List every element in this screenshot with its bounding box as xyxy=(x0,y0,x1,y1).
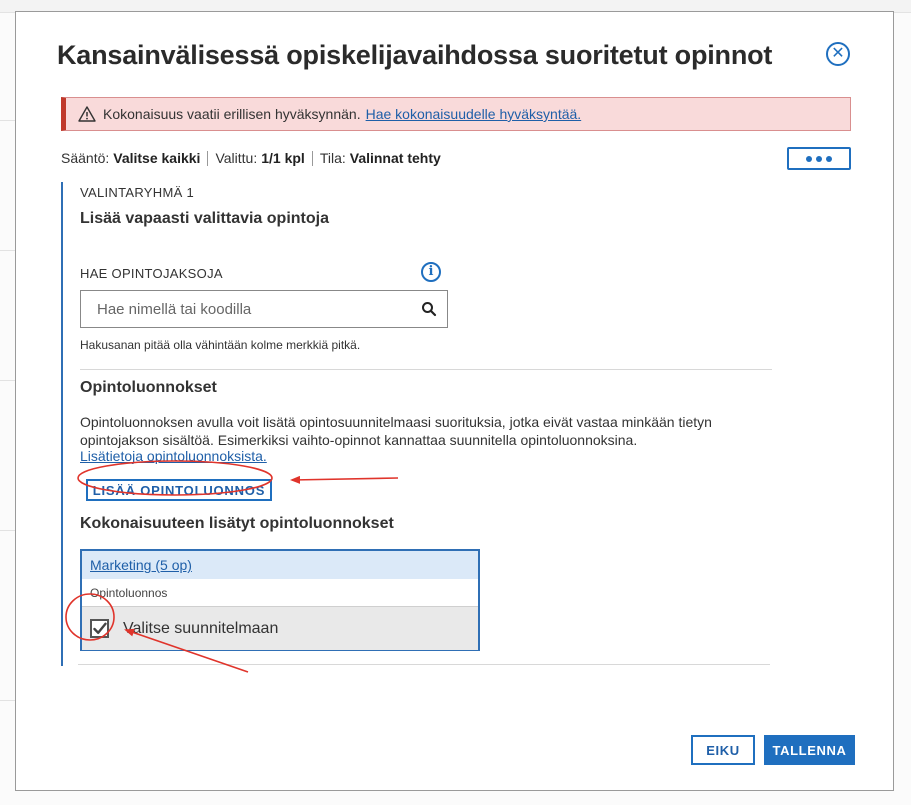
group-label: VALINTARYHMÄ 1 xyxy=(80,185,195,200)
background-divider xyxy=(0,250,15,251)
save-button[interactable]: TALLENNA xyxy=(764,735,855,765)
draft-name-link[interactable]: Marketing (5 op) xyxy=(90,557,192,573)
more-icon xyxy=(826,155,832,162)
rule-value: Valitse kaikki xyxy=(113,150,201,166)
status-label: Tila: xyxy=(319,150,346,166)
warning-icon xyxy=(78,106,96,122)
more-icon xyxy=(816,155,822,162)
search-icon[interactable] xyxy=(421,301,437,317)
cancel-button[interactable]: EIKU xyxy=(691,735,755,765)
info-icon[interactable]: i xyxy=(421,262,441,282)
separator xyxy=(311,150,313,166)
draft-card: Marketing (5 op) Opintoluonnos Valitse s… xyxy=(80,549,480,651)
selected-value: 1/1 kpl xyxy=(261,150,305,166)
checkmark-icon xyxy=(92,622,107,634)
modal-dialog: Kansainvälisessä opiskelijavaihdossa suo… xyxy=(15,11,894,791)
search-label: HAE OPINTOJAKSOJA xyxy=(80,266,223,281)
alert-link[interactable]: Hae kokonaisuudelle hyväksyntää. xyxy=(366,106,582,122)
draft-type: Opintoluonnos xyxy=(82,579,478,607)
more-icon xyxy=(806,155,812,162)
group-title: Lisää vapaasti valittavia opintoja xyxy=(80,210,329,227)
selected-label: Valittu: xyxy=(215,150,258,166)
search-box xyxy=(80,290,448,328)
search-hint: Hakusanan pitää olla vähintään kolme mer… xyxy=(80,338,361,352)
search-input[interactable] xyxy=(81,291,411,327)
status-value: Valinnat tehty xyxy=(349,150,441,166)
drafts-description: Opintoluonnoksen avulla voit lisätä opin… xyxy=(80,414,712,448)
separator xyxy=(207,150,209,166)
select-checkbox[interactable] xyxy=(90,619,109,638)
more-options-button[interactable] xyxy=(787,147,851,170)
modal-title: Kansainvälisessä opiskelijavaihdossa suo… xyxy=(57,40,773,70)
draft-card-header: Marketing (5 op) xyxy=(82,551,478,579)
drafts-title: Opintoluonnokset xyxy=(80,379,217,396)
alert-text: Kokonaisuus vaatii erillisen hyväksynnän… xyxy=(103,106,361,122)
background-divider xyxy=(0,380,15,381)
selection-group: VALINTARYHMÄ 1 Lisää vapaasti valittavia… xyxy=(61,182,773,666)
background-divider xyxy=(0,700,15,701)
add-draft-button[interactable]: LISÄÄ OPINTOLUONNOS xyxy=(86,479,272,501)
select-label: Valitse suunnitelmaan xyxy=(123,619,279,637)
drafts-info-link[interactable]: Lisätietoja opintoluonnoksista. xyxy=(80,448,267,464)
section-divider xyxy=(80,369,772,370)
close-icon[interactable]: ✕ xyxy=(826,42,850,66)
alert-banner: Kokonaisuus vaatii erillisen hyväksynnän… xyxy=(61,97,851,131)
draft-select-row: Valitse suunnitelmaan xyxy=(82,607,478,650)
section-divider xyxy=(78,664,770,665)
added-drafts-title: Kokonaisuuteen lisätyt opintoluonnokset xyxy=(80,515,394,532)
rule-summary: Sääntö: Valitse kaikki Valittu: 1/1 kpl … xyxy=(61,150,441,166)
background-divider xyxy=(0,120,15,121)
background-divider xyxy=(0,530,15,531)
rule-label: Sääntö: xyxy=(61,150,110,166)
